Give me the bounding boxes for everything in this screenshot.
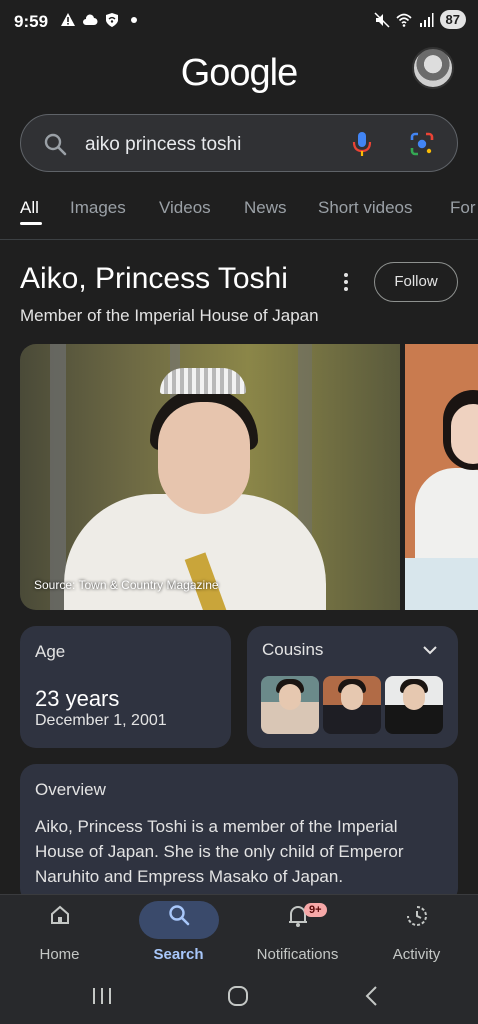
entity-title: Aiko, Princess Toshi [20,262,288,295]
notification-badge: 9+ [304,903,327,917]
home-button-icon[interactable] [226,984,250,1008]
more-options-icon[interactable] [336,270,356,294]
search-icon [168,905,189,926]
follow-button[interactable]: Follow [374,262,458,302]
overview-text: Aiko, Princess Toshi is a member of the … [35,817,404,886]
cousins-card[interactable]: Cousins [247,626,458,748]
warning-icon [61,13,75,26]
status-bar: 9:59 87 [0,0,478,44]
cousin-thumbnail[interactable] [261,676,319,734]
search-tabs: All Images Videos News Short videos For [0,196,478,240]
nav-search[interactable]: Search [119,895,238,975]
system-navigation-bar [0,974,478,1024]
google-logo[interactable]: Google [0,52,478,95]
entity-subtitle: Member of the Imperial House of Japan [20,306,319,325]
signal-icon [419,12,434,27]
tab-videos[interactable]: Videos [159,198,211,218]
tab-short-videos[interactable]: Short videos [318,198,413,218]
dot-icon [131,17,137,23]
age-value: 23 years [35,686,120,711]
status-time: 9:59 [14,12,49,31]
cloud-icon [83,14,98,25]
cousin-thumbnail[interactable] [323,676,381,734]
tab-images[interactable]: Images [70,198,126,218]
tab-all[interactable]: All [20,198,39,218]
entity-secondary-image[interactable] [405,344,478,610]
search-bar[interactable]: aiko princess toshi [20,114,458,172]
home-icon [50,905,69,924]
google-lens-icon[interactable] [409,131,435,157]
mute-icon [374,11,390,28]
overview-card: Overview Aiko, Princess Toshi is a membe… [20,764,458,904]
nav-home[interactable]: Home [0,895,119,975]
nav-activity[interactable]: Activity [357,895,476,975]
active-tab-indicator [20,222,42,225]
age-label: Age [35,642,66,661]
birth-date: December 1, 2001 [35,712,167,729]
search-query[interactable]: aiko princess toshi [85,134,241,156]
bottom-navigation: Home Search 9+ Notifications Activity [0,894,478,974]
cousin-thumbnail[interactable] [385,676,443,734]
battery-indicator: 87 [439,10,466,29]
image-source-caption: Source: Town & Country Magazine [34,578,219,592]
account-avatar[interactable] [412,47,454,89]
activity-icon [406,906,427,926]
wifi-icon [395,13,412,27]
entity-main-image[interactable]: Source: Town & Country Magazine [20,344,400,610]
overview-label: Overview [35,780,106,799]
search-icon [44,133,67,156]
tab-for[interactable]: For [450,198,476,218]
chevron-down-icon[interactable] [422,642,438,658]
vpn-icon [106,13,118,27]
nav-notifications[interactable]: 9+ Notifications [238,895,357,975]
microphone-icon[interactable] [351,131,373,157]
back-icon[interactable] [360,984,384,1008]
tab-news[interactable]: News [244,198,287,218]
cousins-label: Cousins [262,640,324,659]
recent-apps-icon[interactable] [90,984,114,1008]
age-card[interactable]: Age 23 years December 1, 2001 [20,626,231,748]
tiara [160,368,246,394]
